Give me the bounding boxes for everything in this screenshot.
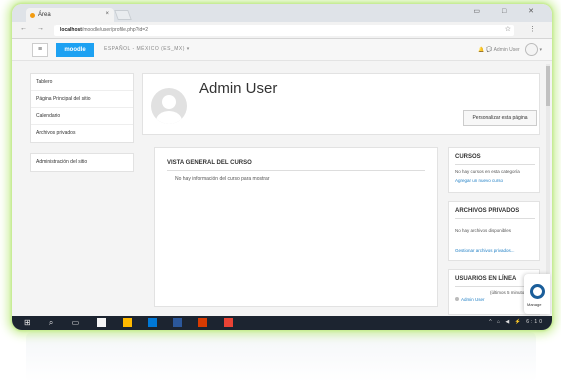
- browser-tab-bar: Área × ▭ □ ✕: [12, 4, 552, 22]
- sidebar-nav: Tablero Página Principal del sitio Calen…: [30, 73, 134, 143]
- divider: [167, 170, 425, 171]
- page-title: Admin User: [199, 80, 278, 97]
- divider: [455, 218, 535, 219]
- courses-block-title: CURSOS: [455, 154, 481, 160]
- sidebar-item-site-admin[interactable]: Administración del sitio: [31, 154, 133, 171]
- private-files-block-title: ARCHIVOS PRIVADOS: [455, 208, 520, 214]
- word-icon[interactable]: [173, 318, 183, 328]
- chrome-icon[interactable]: [223, 318, 233, 328]
- manage-private-files-link[interactable]: Gestionar archivos privados...: [455, 248, 515, 253]
- browser-menu-icons[interactable]: ☆ ⋮: [505, 25, 544, 33]
- favicon-icon: [30, 13, 35, 18]
- user-menu-name[interactable]: Admin User: [494, 47, 520, 53]
- course-overview-block: VISTA GENERAL DEL CURSO No hay informaci…: [154, 147, 438, 307]
- new-tab-button[interactable]: [114, 10, 132, 20]
- sidebar-admin: Administración del sitio: [30, 153, 134, 172]
- powerpoint-icon[interactable]: [198, 318, 208, 328]
- page-scrollbar[interactable]: [546, 64, 550, 304]
- watermark-logo: Manage: [524, 274, 550, 314]
- divider: [455, 164, 535, 165]
- tab-close-icon[interactable]: ×: [105, 11, 109, 17]
- private-files-block: ARCHIVOS PRIVADOS No hay archivos dispon…: [448, 201, 540, 261]
- course-overview-info: No hay información del curso para mostra…: [175, 176, 270, 182]
- browser-tab[interactable]: Área ×: [26, 8, 114, 22]
- page-content: Tablero Página Principal del sitio Calen…: [12, 61, 552, 316]
- address-bar: ← → C localhost/moodle/user/profile.php?…: [12, 22, 552, 39]
- sidebar-item-calendar[interactable]: Calendario: [31, 108, 133, 125]
- courses-block: CURSOS No hay cursos en esta categoría A…: [448, 147, 540, 193]
- watermark-ring-icon: [530, 284, 545, 299]
- customize-page-button[interactable]: Personalizar esta página: [463, 110, 537, 126]
- add-course-link[interactable]: Agregar un nuevo curso: [455, 178, 503, 183]
- edge-icon[interactable]: [147, 318, 157, 328]
- bell-icon[interactable]: 🔔: [478, 47, 484, 53]
- menu-toggle-icon[interactable]: ≡: [32, 43, 48, 57]
- online-users-block-title: USUARIOS EN LÍNEA: [455, 276, 517, 282]
- start-icon[interactable]: ⊞ ⌕ ▭: [24, 318, 87, 327]
- language-selector[interactable]: ESPAÑOL - MÉXICO (ES_MX) ▾: [104, 46, 190, 52]
- window-controls[interactable]: ▭ □ ✕: [473, 7, 544, 15]
- system-tray[interactable]: ^ ⌂ ◀ ⚡ 6:10: [489, 319, 544, 325]
- screenshot-reflection: [26, 332, 536, 382]
- divider: [455, 286, 535, 287]
- scrollbar-thumb[interactable]: [546, 66, 550, 106]
- url-path: /moodle/user/profile.php?id=2: [81, 27, 148, 33]
- screenshot-frame: Área × ▭ □ ✕ ← → C localhost/moodle/user…: [12, 4, 552, 330]
- course-overview-heading: VISTA GENERAL DEL CURSO: [167, 160, 252, 166]
- avatar[interactable]: [525, 43, 539, 56]
- file-explorer-icon[interactable]: [97, 318, 107, 328]
- url-field[interactable]: localhost/moodle/user/profile.php?id=2: [54, 25, 514, 36]
- url-host: localhost: [60, 27, 82, 33]
- courses-block-text: No hay cursos en esta categoría: [455, 169, 520, 174]
- os-taskbar: ⊞ ⌕ ▭ ^ ⌂ ◀ ⚡ 6:10: [12, 316, 552, 330]
- user-avatar-icon: [151, 88, 187, 124]
- folder-icon[interactable]: [122, 318, 132, 328]
- sidebar-item-site-home[interactable]: Página Principal del sitio: [31, 91, 133, 108]
- taskbar-icons: ⊞ ⌕ ▭: [24, 318, 239, 328]
- site-navbar: ≡ moodle ESPAÑOL - MÉXICO (ES_MX) ▾ 🔔 💬 …: [12, 39, 552, 61]
- watermark-text: Manage: [527, 302, 542, 307]
- sidebar-item-private-files[interactable]: Archivos privados: [31, 125, 133, 142]
- avatar: [455, 297, 459, 301]
- tab-title: Área: [38, 12, 51, 18]
- user-nav: 🔔 💬 Admin User ▾: [478, 43, 542, 57]
- online-user-item[interactable]: Admin User: [455, 297, 485, 302]
- profile-header: Admin User Personalizar esta página: [142, 73, 540, 135]
- chevron-down-icon[interactable]: ▾: [539, 47, 542, 53]
- chat-icon[interactable]: 💬: [486, 47, 492, 53]
- private-files-block-text: No hay archivos disponibles: [455, 228, 512, 233]
- site-logo[interactable]: moodle: [56, 43, 94, 57]
- sidebar-item-dashboard[interactable]: Tablero: [31, 74, 133, 91]
- online-user-name[interactable]: Admin User: [461, 297, 485, 302]
